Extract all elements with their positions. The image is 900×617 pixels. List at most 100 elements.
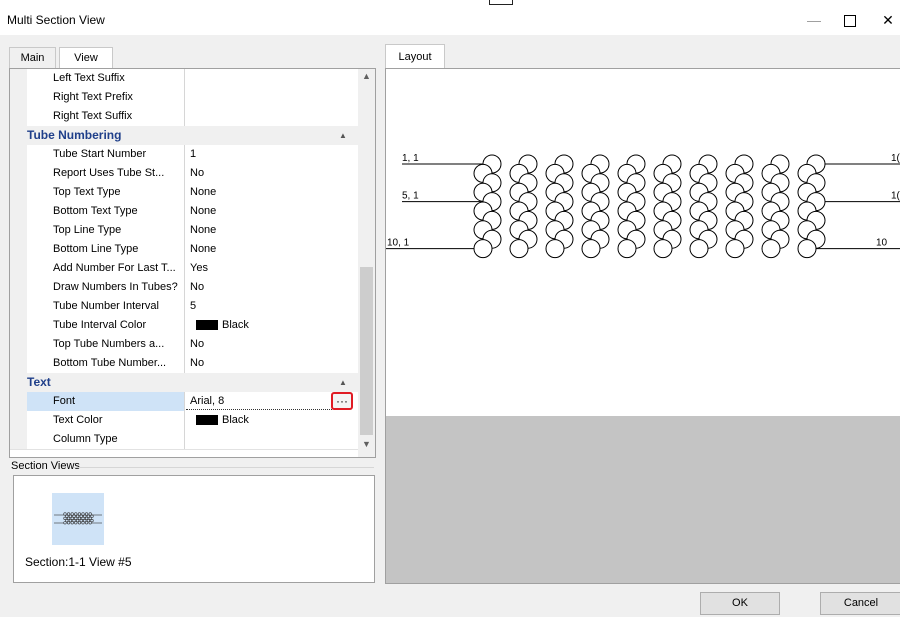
color-name: Black [222, 414, 249, 426]
section-view-caption[interactable]: Section:1-1 View #5 [25, 555, 132, 569]
thumbnail-tube [88, 521, 92, 525]
property-row-left-text-suffix[interactable]: Left Text Suffix [10, 69, 358, 89]
category-tube-numbering[interactable]: Tube Numbering ▲ [10, 126, 358, 146]
property-value[interactable] [186, 69, 358, 88]
font-value-field[interactable]: Arial, 8 [186, 392, 332, 410]
property-value[interactable]: Black [186, 316, 358, 335]
property-value[interactable]: No [186, 335, 358, 354]
tube-circle [473, 239, 493, 259]
thumbnail-tube [77, 521, 82, 525]
row-number-label-left: 10, 1 [387, 238, 410, 249]
tube-circle [725, 239, 745, 259]
thumbnail-tube [70, 521, 74, 525]
row-indent [10, 69, 27, 88]
color-swatch [196, 415, 218, 426]
property-row-bottom-line-type[interactable]: Bottom Line Type None [10, 240, 358, 260]
row-indent [10, 392, 27, 411]
property-row-add-number-for-last-t[interactable]: Add Number For Last T... Yes [10, 259, 358, 279]
minimize-button[interactable]: — [794, 9, 834, 31]
tab-view[interactable]: View [59, 47, 113, 70]
property-row-bottom-text-type[interactable]: Bottom Text Type None [10, 202, 358, 222]
row-indent [10, 88, 27, 107]
row-indent [10, 240, 27, 259]
tab-layout[interactable]: Layout [385, 44, 445, 69]
tube-circle [545, 239, 565, 259]
property-grid: Left Text Suffix Right Text Prefix Right T… [10, 69, 358, 457]
property-value[interactable]: 5 [186, 297, 358, 316]
tube-circle [617, 239, 637, 259]
section-views-divider [74, 467, 374, 468]
property-value[interactable]: 1 [186, 145, 358, 164]
row-indent [10, 145, 27, 164]
property-value[interactable]: No [186, 164, 358, 183]
property-row-tube-number-interval[interactable]: Tube Number Interval 5 [10, 297, 358, 317]
font-browse-button[interactable]: ··· [331, 392, 353, 410]
section-view-thumbnail[interactable] [52, 493, 104, 545]
layout-empty-area [386, 416, 900, 583]
property-name: Font [27, 392, 185, 411]
tube-circle [797, 239, 817, 259]
category-label: Text [27, 375, 51, 389]
property-row-tube-interval-color[interactable]: Tube Interval Color Black [10, 316, 358, 336]
property-row-top-text-type[interactable]: Top Text Type None [10, 183, 358, 203]
scroll-up-icon[interactable]: ▲ [358, 71, 375, 85]
row-indent [10, 335, 27, 354]
collapse-icon[interactable]: ▲ [339, 126, 347, 145]
property-row-column-type[interactable]: Column Type [10, 430, 358, 450]
property-row-font[interactable]: Font Arial, 8 ··· [10, 392, 358, 412]
property-value[interactable]: Yes [186, 259, 358, 278]
tube-circle [653, 239, 673, 259]
tab-main[interactable]: Main [9, 47, 56, 69]
property-name: Draw Numbers In Tubes? [27, 278, 185, 297]
property-value[interactable]: None [186, 221, 358, 240]
section-thumbnail-icon [54, 512, 102, 525]
property-row-bottom-tube-number[interactable]: Bottom Tube Number... No [10, 354, 358, 374]
row-indent [10, 221, 27, 240]
property-name: Right Text Prefix [27, 88, 185, 107]
property-row-top-line-type[interactable]: Top Line Type None [10, 221, 358, 241]
property-name: Right Text Suffix [27, 107, 185, 126]
property-value[interactable]: None [186, 183, 358, 202]
row-indent [10, 202, 27, 221]
property-value[interactable]: None [186, 202, 358, 221]
property-row-draw-numbers-in-tubes[interactable]: Draw Numbers In Tubes? No [10, 278, 358, 298]
collapse-icon[interactable]: ▲ [339, 373, 347, 392]
thumbnail-tube [74, 521, 78, 525]
property-value[interactable] [186, 88, 358, 107]
maximize-button[interactable] [830, 9, 870, 31]
ok-button[interactable]: OK [700, 592, 780, 615]
property-name: Bottom Tube Number... [27, 354, 185, 373]
close-button[interactable]: ✕ [868, 9, 900, 31]
row-number-label-right: 1( [891, 191, 900, 202]
property-name: Add Number For Last T... [27, 259, 185, 278]
row-number-label-right: 1( [891, 153, 900, 164]
row-indent [10, 297, 27, 316]
title-bar: Multi Section View — ✕ [0, 5, 900, 35]
thumbnail-tube [84, 521, 89, 525]
property-row-text-color[interactable]: Text Color Black [10, 411, 358, 431]
property-row-top-tube-numbers-a[interactable]: Top Tube Numbers a... No [10, 335, 358, 355]
property-value[interactable]: No [186, 278, 358, 297]
property-value[interactable] [186, 430, 358, 449]
scroll-thumb[interactable] [360, 267, 373, 435]
row-indent [10, 411, 27, 430]
property-value[interactable]: None [186, 240, 358, 259]
category-text[interactable]: Text ▲ [10, 373, 358, 393]
property-value[interactable]: Black [186, 411, 358, 430]
property-row-right-text-suffix[interactable]: Right Text Suffix [10, 107, 358, 127]
thumbnail-tube [63, 521, 67, 525]
cancel-button[interactable]: Cancel [820, 592, 900, 615]
scroll-down-icon[interactable]: ▼ [358, 439, 375, 453]
property-value[interactable]: No [186, 354, 358, 373]
property-grid-scrollbar[interactable]: ▲ ▼ [358, 69, 375, 457]
property-value[interactable] [186, 107, 358, 126]
property-row-report-uses-tube-st[interactable]: Report Uses Tube St... No [10, 164, 358, 184]
property-name: Top Tube Numbers a... [27, 335, 185, 354]
property-row-right-text-prefix[interactable]: Right Text Prefix [10, 88, 358, 108]
property-name: Text Color [27, 411, 185, 430]
property-name: Tube Interval Color [27, 316, 185, 335]
maximize-icon [844, 15, 856, 28]
property-name: Tube Start Number [27, 145, 185, 164]
layout-canvas[interactable]: 1, 1 1(5, 1 1(10, 1 10 [385, 68, 900, 584]
property-row-tube-start-number[interactable]: Tube Start Number 1 [10, 145, 358, 165]
